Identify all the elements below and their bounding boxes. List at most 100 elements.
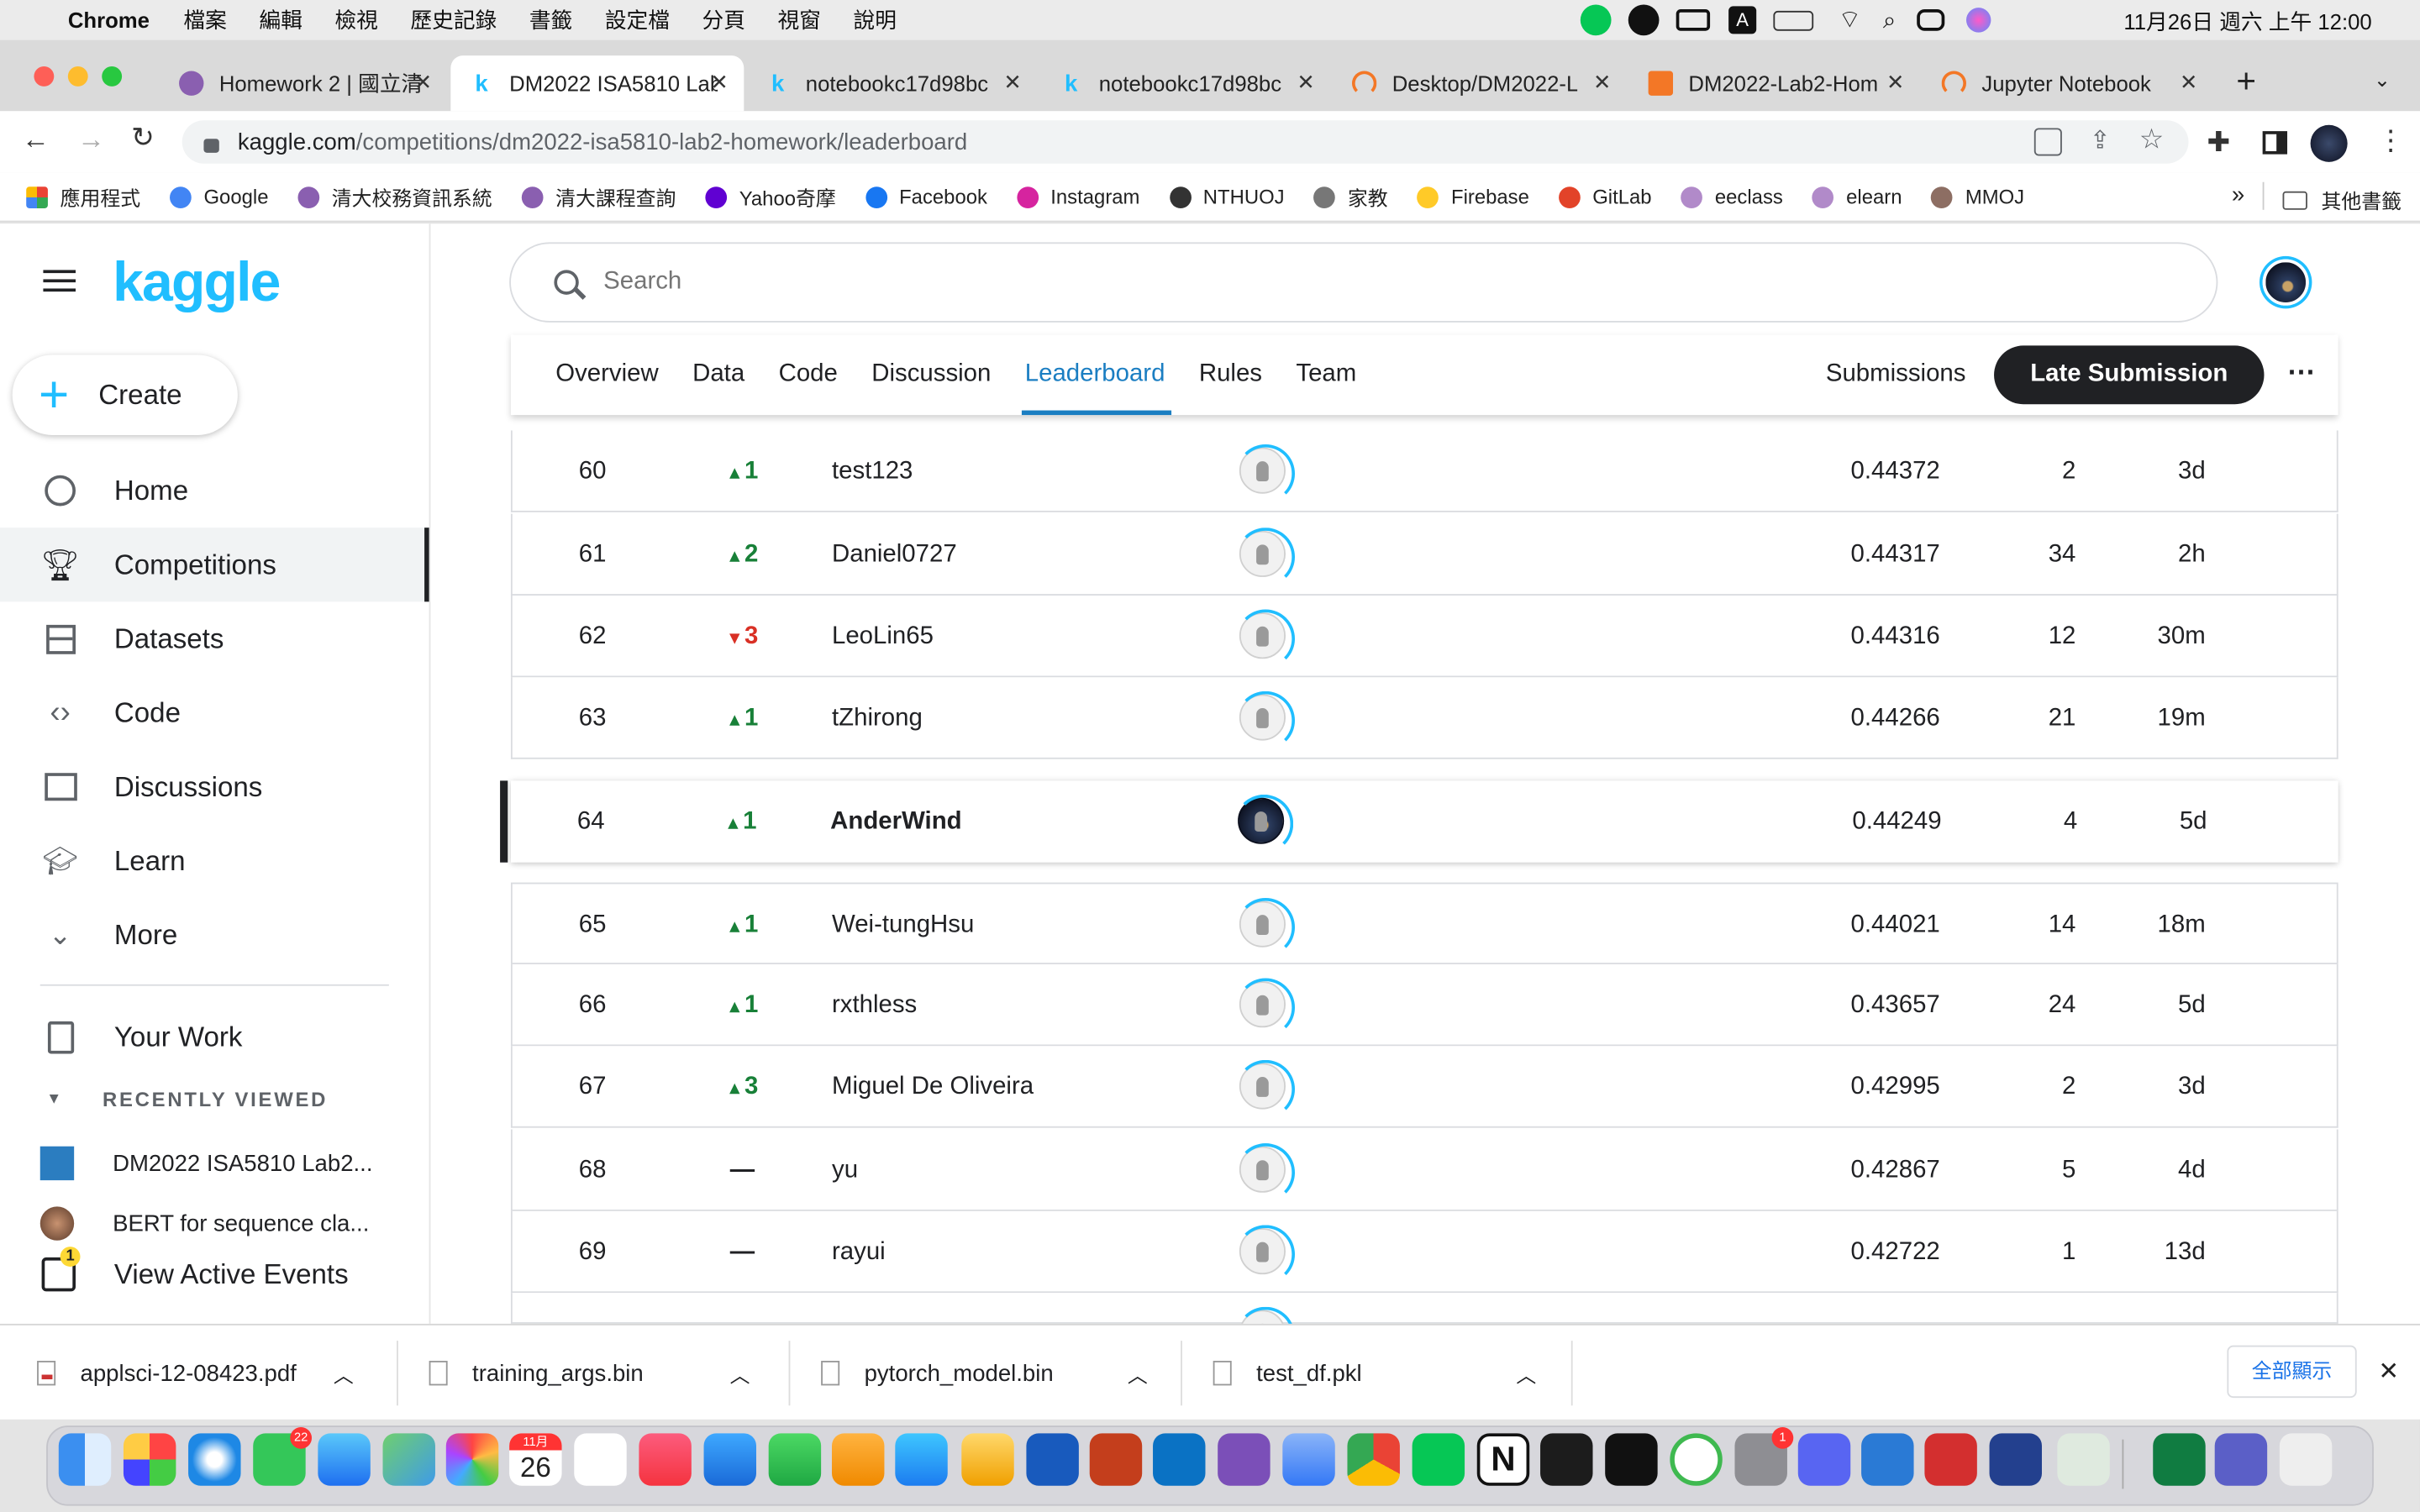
- nav-discussions[interactable]: Discussions: [0, 750, 429, 824]
- team-name[interactable]: Miguel De Oliveira: [832, 1046, 1034, 1127]
- tab-leaderboard[interactable]: Leaderboard: [1022, 335, 1171, 416]
- chevron-up-icon[interactable]: ︿: [730, 1358, 750, 1388]
- green-app-icon[interactable]: [2057, 1433, 2110, 1486]
- team-avatar[interactable]: [1236, 897, 1296, 957]
- team-avatar[interactable]: [1236, 978, 1296, 1037]
- bookmark-item[interactable]: 應用程式: [26, 182, 140, 212]
- flow-app-icon[interactable]: [1989, 1433, 2042, 1486]
- numbers-icon[interactable]: [768, 1433, 822, 1486]
- menubar-clock[interactable]: 11月26日 週六 上午 12:00: [2123, 6, 2371, 37]
- visual-studio-icon[interactable]: [1218, 1433, 1270, 1486]
- vscode-icon[interactable]: [1153, 1433, 1206, 1486]
- close-tab-icon[interactable]: ✕: [1593, 70, 1612, 96]
- leaderboard-row-current-user[interactable]: 64 ▴ 1 AnderWind 0.44249 4 5d: [500, 780, 2338, 863]
- tab-discussion[interactable]: Discussion: [871, 335, 991, 416]
- download-item[interactable]: test_df.pkl ︿: [1213, 1326, 1536, 1421]
- kaggle-logo[interactable]: kaggle: [113, 250, 281, 315]
- team-name[interactable]: tZhirong: [832, 677, 923, 759]
- close-tab-icon[interactable]: ✕: [414, 70, 433, 96]
- close-downloads-icon[interactable]: ✕: [2378, 1356, 2399, 1387]
- browser-tab[interactable]: k notebookc17d98bc ✕: [1040, 55, 1330, 111]
- show-all-downloads-button[interactable]: 全部顯示: [2227, 1345, 2357, 1399]
- finder-icon[interactable]: [58, 1433, 112, 1486]
- app-status-icon[interactable]: [1628, 4, 1660, 36]
- lock-icon[interactable]: [203, 138, 219, 152]
- system-settings-icon[interactable]: 1: [1734, 1426, 1794, 1486]
- team-avatar[interactable]: [1236, 1059, 1296, 1119]
- back-button[interactable]: ←: [22, 123, 50, 156]
- team-name[interactable]: LeoLin65: [832, 596, 934, 677]
- search-bar[interactable]: [509, 242, 2218, 323]
- xcode-icon[interactable]: [1282, 1433, 1335, 1486]
- tab-code[interactable]: Code: [779, 335, 838, 416]
- menu-profiles[interactable]: 設定檔: [605, 5, 670, 36]
- battery-icon[interactable]: [1773, 9, 1814, 30]
- submissions-link[interactable]: Submissions: [1826, 361, 1966, 389]
- team-avatar[interactable]: [1236, 609, 1296, 669]
- close-tab-icon[interactable]: ✕: [1297, 70, 1315, 96]
- messages-icon[interactable]: 22: [253, 1426, 313, 1486]
- team-name[interactable]: Wei-tungHsu: [832, 884, 974, 965]
- other-bookmarks[interactable]: 其他書籤: [2282, 185, 2402, 214]
- window-close-button[interactable]: [34, 66, 55, 87]
- menu-tab[interactable]: 分頁: [702, 5, 745, 36]
- team-avatar[interactable]: [1236, 444, 1296, 503]
- tab-rules[interactable]: Rules: [1199, 335, 1262, 416]
- download-item[interactable]: training_args.bin ︿: [429, 1326, 750, 1421]
- bookmark-star-icon[interactable]: ☆: [2139, 123, 2165, 156]
- bookmark-item[interactable]: GitLab: [1558, 185, 1652, 208]
- team-name[interactable]: rxthless: [832, 964, 917, 1046]
- menu-view[interactable]: 檢視: [334, 5, 377, 36]
- menu-help[interactable]: 說明: [854, 5, 897, 36]
- app-store-icon[interactable]: [895, 1433, 948, 1486]
- hamburger-menu-icon[interactable]: [43, 270, 76, 292]
- chrome-menu-icon[interactable]: ⋮: [2377, 125, 2405, 158]
- close-tab-icon[interactable]: ✕: [2180, 70, 2198, 96]
- bookmark-item[interactable]: 清大校務資訊系統: [297, 182, 492, 212]
- translate-icon[interactable]: [2033, 128, 2062, 156]
- window-zoom-button[interactable]: [102, 66, 123, 87]
- nav-code[interactable]: ‹› Code: [0, 675, 429, 749]
- jupyter-dock-icon[interactable]: [1670, 1433, 1723, 1486]
- menu-window[interactable]: 視窗: [778, 5, 821, 36]
- leaderboard-row[interactable]: 68 — yu 0.42867 5 4d: [510, 1129, 2338, 1211]
- download-item[interactable]: pytorch_model.bin ︿: [821, 1326, 1148, 1421]
- browser-tab[interactable]: DM2022-Lab2-Homework ✕: [1630, 55, 1920, 111]
- nav-datasets[interactable]: Datasets: [0, 601, 429, 675]
- siri-icon[interactable]: [1966, 8, 1992, 33]
- photos-icon[interactable]: [445, 1433, 499, 1486]
- team-avatar[interactable]: [1236, 690, 1296, 750]
- menu-edit[interactable]: 編輯: [259, 5, 302, 36]
- nav-your-work[interactable]: Your Work: [0, 1000, 429, 1074]
- bookmark-item[interactable]: 家教: [1313, 182, 1388, 212]
- search-input[interactable]: [603, 268, 1993, 297]
- mail-icon[interactable]: [318, 1433, 371, 1486]
- leaderboard-row[interactable]: 67 ▴ 3 Miguel De Oliveira 0.42995 2 3d: [510, 1046, 2338, 1128]
- spotlight-icon[interactable]: ⌕: [1883, 7, 1896, 33]
- nav-competitions[interactable]: 🏆︎ Competitions: [0, 528, 429, 602]
- chevron-up-icon[interactable]: ︿: [1516, 1358, 1536, 1388]
- team-name[interactable]: test123: [832, 430, 913, 512]
- extensions-icon[interactable]: ✚: [2207, 127, 2231, 160]
- bookmark-item[interactable]: Yahoo奇摩: [705, 182, 836, 212]
- terminal-icon[interactable]: [1540, 1433, 1593, 1486]
- tab-search-icon[interactable]: ⌄: [2374, 68, 2391, 92]
- bookmarks-overflow-icon[interactable]: »: [2232, 182, 2244, 208]
- discord-icon[interactable]: [1797, 1433, 1851, 1486]
- pages-icon[interactable]: [831, 1433, 885, 1486]
- remote-desktop-icon[interactable]: [1861, 1433, 1914, 1486]
- red-app-icon[interactable]: [1924, 1433, 1977, 1486]
- nav-learn[interactable]: 🎓︎ Learn: [0, 824, 429, 898]
- nav-more[interactable]: ⌄ More: [0, 898, 429, 972]
- menu-bookmarks[interactable]: 書籤: [529, 5, 572, 36]
- tab-team[interactable]: Team: [1296, 335, 1356, 416]
- bookmark-item[interactable]: Instagram: [1016, 185, 1139, 208]
- powerpoint-icon[interactable]: [1089, 1433, 1143, 1486]
- leaderboard-row[interactable]: 69 — rayui 0.42722 1 13d: [510, 1210, 2338, 1294]
- input-method-icon[interactable]: A: [1728, 6, 1757, 34]
- browser-tab[interactable]: Jupyter Notebook ✕: [1923, 55, 2213, 111]
- bookmark-item[interactable]: Facebook: [865, 185, 987, 208]
- safari-icon[interactable]: [188, 1433, 241, 1486]
- bookmark-item[interactable]: MMOJ: [1931, 185, 2024, 208]
- download-item[interactable]: applsci-12-08423.pdf ︿: [37, 1326, 354, 1421]
